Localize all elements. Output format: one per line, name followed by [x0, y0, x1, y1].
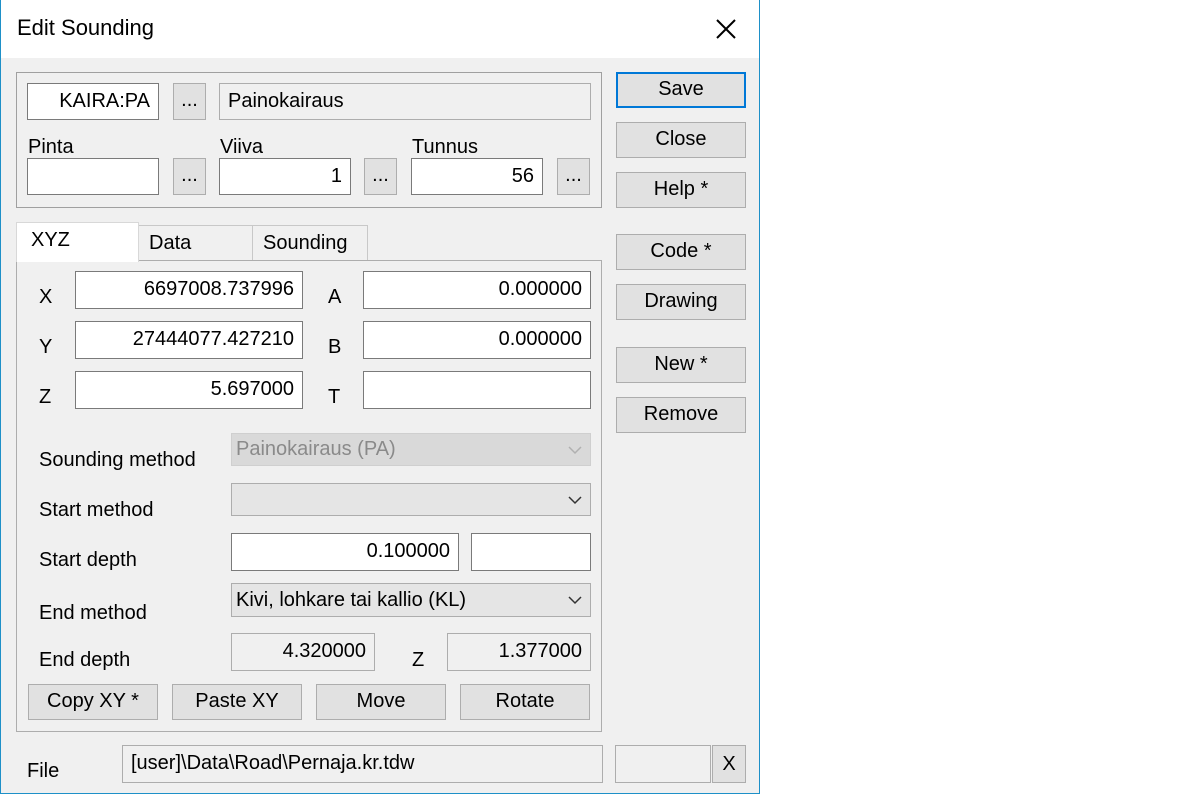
edit-sounding-dialog: Edit Sounding KAIRA:PA ... Painokairaus …	[0, 0, 760, 794]
end-method-value: Kivi, lohkare tai kallio (KL)	[236, 589, 467, 611]
file-extra-field	[615, 745, 711, 783]
clear-file-button[interactable]: X	[712, 745, 746, 783]
remove-button[interactable]: Remove	[616, 397, 746, 433]
tunnus-browse-button[interactable]: ...	[557, 158, 590, 195]
viiva-browse-button[interactable]: ...	[364, 158, 397, 195]
paste-xy-button[interactable]: Paste XY	[172, 684, 302, 720]
close-button[interactable]: Close	[616, 122, 746, 158]
x-field[interactable]: 6697008.737996	[75, 271, 303, 309]
a-field[interactable]: 0.000000	[363, 271, 591, 309]
tab-xyz[interactable]: XYZ	[16, 222, 139, 262]
new-button[interactable]: New *	[616, 347, 746, 383]
tab-data[interactable]: Data	[138, 225, 253, 261]
tab-sounding[interactable]: Sounding	[252, 225, 368, 261]
end-z-label: Z	[412, 649, 425, 671]
chevron-down-icon	[568, 446, 582, 455]
z-label: Z	[39, 386, 52, 408]
viiva-field[interactable]: 1	[219, 158, 351, 195]
chevron-down-icon	[568, 496, 582, 505]
start-depth-label: Start depth	[39, 549, 137, 571]
pinta-browse-button[interactable]: ...	[173, 158, 206, 195]
end-method-label: End method	[39, 602, 147, 624]
end-z-field: 1.377000	[447, 633, 591, 671]
save-button[interactable]: Save	[616, 72, 746, 108]
sounding-method-value: Painokairaus (PA)	[236, 438, 396, 460]
rotate-button[interactable]: Rotate	[460, 684, 590, 720]
drawing-button[interactable]: Drawing	[616, 284, 746, 320]
close-icon[interactable]	[709, 12, 743, 46]
start-method-label: Start method	[39, 499, 154, 521]
code-button[interactable]: Code *	[616, 234, 746, 270]
b-label: B	[328, 336, 342, 358]
sounding-method-label: Sounding method	[39, 449, 196, 471]
pinta-label: Pinta	[28, 136, 74, 158]
start-depth-extra-field[interactable]	[471, 533, 591, 571]
file-label: File	[27, 760, 60, 782]
viiva-label: Viiva	[220, 136, 263, 158]
code-field[interactable]: KAIRA:PA	[27, 83, 159, 120]
y-field[interactable]: 27444077.427210	[75, 321, 303, 359]
end-method-select[interactable]: Kivi, lohkare tai kallio (KL)	[231, 583, 591, 617]
help-button[interactable]: Help *	[616, 172, 746, 208]
tunnus-field[interactable]: 56	[411, 158, 543, 195]
end-depth-field: 4.320000	[231, 633, 375, 671]
file-path-field: [user]\Data\Road\Pernaja.kr.tdw	[122, 745, 603, 783]
move-button[interactable]: Move	[316, 684, 446, 720]
tunnus-label: Tunnus	[412, 136, 478, 158]
x-label: X	[39, 286, 53, 308]
z-field[interactable]: 5.697000	[75, 371, 303, 409]
sounding-method-select: Painokairaus (PA)	[231, 433, 591, 466]
end-depth-label: End depth	[39, 649, 131, 671]
t-field[interactable]	[363, 371, 591, 409]
a-label: A	[328, 286, 342, 308]
pinta-field[interactable]	[27, 158, 159, 195]
t-label: T	[328, 386, 341, 408]
start-method-select[interactable]	[231, 483, 591, 516]
code-browse-button[interactable]: ...	[173, 83, 206, 120]
window-title: Edit Sounding	[17, 15, 154, 40]
copy-xy-button[interactable]: Copy XY *	[28, 684, 158, 720]
title-bar: Edit Sounding	[1, 0, 759, 58]
chevron-down-icon	[568, 596, 582, 605]
start-depth-field[interactable]: 0.100000	[231, 533, 459, 571]
y-label: Y	[39, 336, 53, 358]
b-field[interactable]: 0.000000	[363, 321, 591, 359]
description-field: Painokairaus	[219, 83, 591, 120]
